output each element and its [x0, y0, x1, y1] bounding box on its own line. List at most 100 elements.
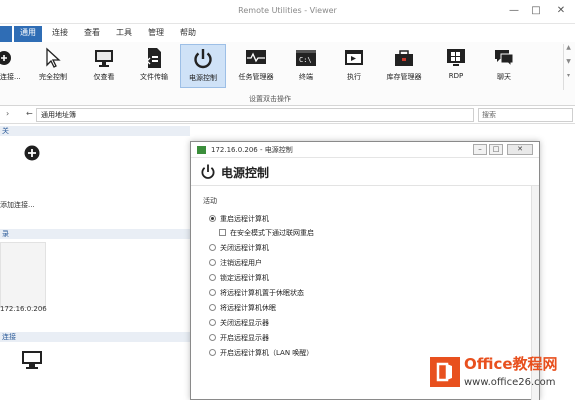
- power-icon: [191, 47, 215, 71]
- radio-button[interactable]: [209, 349, 216, 356]
- ribbon-label: 终端: [299, 73, 313, 81]
- tab-view[interactable]: 查看: [80, 26, 104, 42]
- section-header: 连接: [0, 332, 190, 342]
- radio-button[interactable]: [209, 334, 216, 341]
- option-label: 重启远程计算机: [220, 215, 269, 223]
- radio-button[interactable]: [209, 319, 216, 326]
- tab-connection[interactable]: 连接: [48, 26, 72, 42]
- option-label: 将远程计算机休眠: [220, 304, 276, 312]
- minimize-button[interactable]: —: [505, 4, 523, 18]
- option-shutdown[interactable]: 关闭远程计算机: [209, 243, 269, 253]
- option-hibernate[interactable]: 将远程计算机休眠: [209, 303, 276, 313]
- menu-bar: 通用 连接 查看 工具 管理 帮助: [0, 24, 575, 42]
- tab-help[interactable]: 帮助: [176, 26, 200, 42]
- ribbon-view-only[interactable]: 仅查看: [82, 44, 126, 88]
- ribbon-full-control[interactable]: 完全控制: [30, 44, 76, 88]
- checkbox[interactable]: [219, 229, 226, 236]
- connection-tile[interactable]: [0, 242, 46, 308]
- section-header: 关: [0, 126, 190, 136]
- radio-button[interactable]: [209, 259, 216, 266]
- task-manager-icon: [244, 46, 268, 70]
- power-icon: [199, 163, 217, 181]
- radio-button[interactable]: [209, 274, 216, 281]
- section-header: 录: [0, 229, 190, 239]
- ribbon-label: 库存管理器: [386, 73, 422, 81]
- dialog-title-bar: 172.16.0.206 - 电源控制 – □ ✕: [191, 142, 539, 158]
- tab-tools[interactable]: 工具: [112, 26, 136, 42]
- ribbon-power-control[interactable]: 电源控制: [180, 44, 226, 88]
- ribbon-label: 任务管理器: [238, 73, 274, 81]
- ribbon-rdp[interactable]: RDP: [438, 44, 474, 88]
- radio-button[interactable]: [209, 304, 216, 311]
- ribbon-group-label: 设置双击操作: [249, 95, 291, 103]
- ribbon-chat[interactable]: 聊天: [486, 44, 522, 88]
- ribbon-label: 聊天: [497, 73, 511, 81]
- ribbon-cut-label: 连接...: [0, 73, 21, 81]
- radio-button[interactable]: [209, 215, 216, 222]
- dialog-close-button[interactable]: ✕: [507, 144, 533, 155]
- connection-tile-label: 172.16.0.206: [0, 305, 47, 313]
- ribbon-label: 执行: [347, 73, 361, 81]
- option-safe-mode-network[interactable]: 在安全模式下通过联网重启: [219, 228, 314, 238]
- terminal-icon: C:\: [294, 46, 318, 70]
- search-input[interactable]: 搜索: [478, 108, 573, 122]
- option-label: 开启远程计算机（LAN 唤醒）: [220, 349, 314, 357]
- ribbon-label: 仅查看: [93, 73, 115, 81]
- option-label: 关闭远程计算机: [220, 244, 269, 252]
- ribbon: 连接... 完全控制 仅查看 文件传输 电源控制 任务管理器 C:\ 终端 执行…: [0, 42, 575, 106]
- rdp-icon: [444, 46, 468, 70]
- file-tab[interactable]: [0, 26, 12, 42]
- ribbon-terminal[interactable]: C:\ 终端: [288, 44, 324, 88]
- option-monitor-on[interactable]: 开启远程显示器: [209, 333, 269, 343]
- monitor-icon: [92, 46, 116, 70]
- dialog-title: 172.16.0.206 - 电源控制: [211, 146, 293, 154]
- app-icon: [197, 146, 206, 154]
- cursor-icon: [41, 46, 65, 70]
- ribbon-label: 完全控制: [39, 73, 67, 81]
- tab-general[interactable]: 通用: [14, 26, 42, 42]
- radio-button[interactable]: [209, 289, 216, 296]
- office-logo-icon: [430, 357, 460, 387]
- dialog-minimize-button[interactable]: –: [473, 144, 487, 155]
- svg-text:C:\: C:\: [299, 56, 312, 64]
- window-title: Remote Utilities - Viewer: [238, 6, 337, 15]
- ribbon-task-manager[interactable]: 任务管理器: [232, 44, 280, 88]
- ribbon-label: 文件传输: [140, 73, 168, 81]
- inventory-icon: [392, 46, 416, 70]
- option-label: 将远程计算机置于休眠状态: [220, 289, 304, 297]
- ribbon-label: RDP: [448, 72, 464, 80]
- dialog-header: 电源控制: [191, 158, 539, 186]
- option-label: 关闭远程显示器: [220, 319, 269, 327]
- option-label: 开启远程显示器: [220, 334, 269, 342]
- option-lock[interactable]: 锁定远程计算机: [209, 273, 269, 283]
- back-arrow-icon[interactable]: ←: [26, 109, 33, 118]
- maximize-button[interactable]: □: [527, 4, 545, 18]
- add-connection-tile[interactable]: 添加连接...: [0, 140, 46, 220]
- ribbon-execute[interactable]: 执行: [336, 44, 372, 88]
- ribbon-scroll[interactable]: ▲ ▼ ▾: [563, 44, 573, 90]
- dialog-maximize-button[interactable]: □: [489, 144, 503, 155]
- execute-icon: [342, 46, 366, 70]
- radio-button[interactable]: [209, 244, 216, 251]
- address-input[interactable]: 通用地址簿: [36, 108, 474, 122]
- option-logoff[interactable]: 注销远程用户: [209, 258, 262, 268]
- add-circle-icon: [24, 145, 40, 161]
- watermark-brand: Office教程网: [464, 355, 558, 373]
- option-wake-on-lan[interactable]: 开启远程计算机（LAN 唤醒）: [209, 348, 313, 358]
- ribbon-inventory-manager[interactable]: 库存管理器: [380, 44, 428, 88]
- add-connection-ribbon-button[interactable]: 连接...: [0, 44, 22, 88]
- plus-icon: [0, 46, 24, 70]
- close-button[interactable]: ✕: [552, 4, 570, 18]
- address-bar: › ← 通用地址簿 搜索: [0, 106, 575, 124]
- option-reboot[interactable]: 重启远程计算机: [209, 214, 269, 224]
- monitor-icon: [20, 349, 44, 371]
- watermark: Office教程网 www.office26.com: [430, 353, 575, 398]
- tab-manage[interactable]: 管理: [144, 26, 168, 42]
- ribbon-file-transfer[interactable]: 文件传输: [132, 44, 176, 88]
- chevron-right-icon[interactable]: ›: [6, 109, 9, 118]
- connection-tile[interactable]: [0, 345, 46, 400]
- option-sleep[interactable]: 将远程计算机置于休眠状态: [209, 288, 304, 298]
- activity-group-label: 活动: [203, 197, 217, 205]
- option-monitor-off[interactable]: 关闭远程显示器: [209, 318, 269, 328]
- file-transfer-icon: [142, 46, 166, 70]
